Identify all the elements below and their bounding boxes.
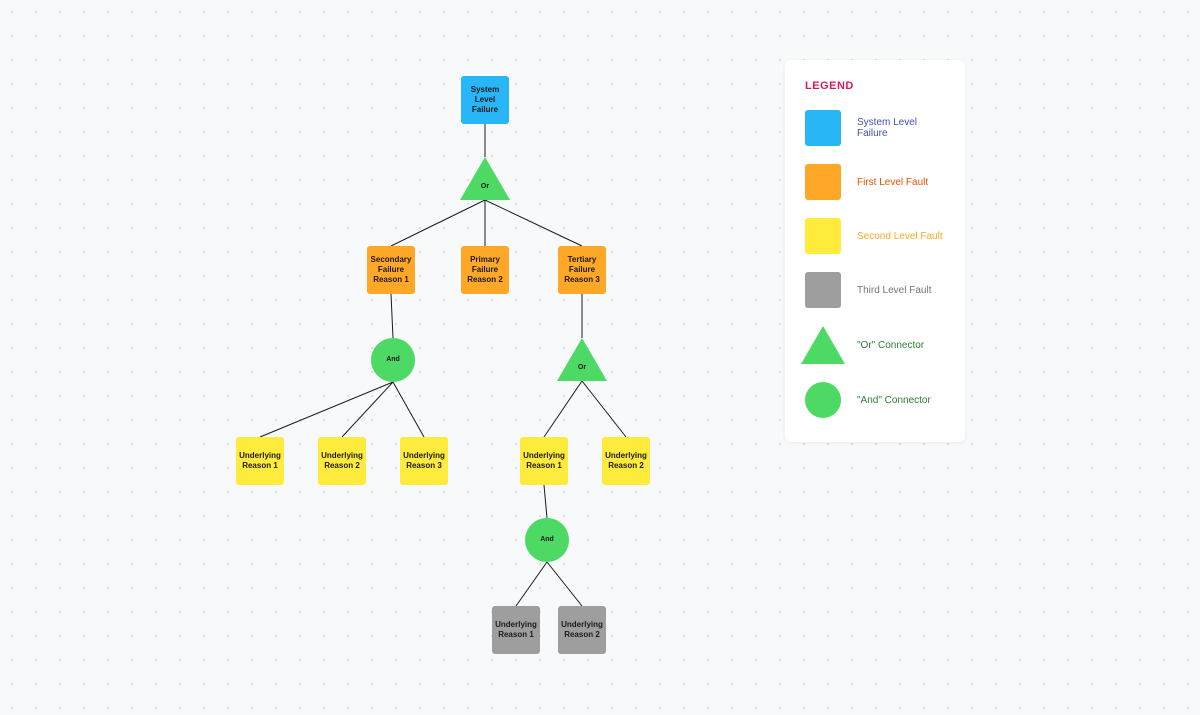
- legend-row-third-level: Third Level Fault: [805, 272, 945, 308]
- legend-row-or-connector: "Or" Connector: [805, 326, 945, 364]
- diagram-canvas[interactable]: System Level Failure Or Secondary Failur…: [0, 0, 1200, 715]
- or-connector-label: Or: [470, 183, 500, 192]
- legend-panel: LEGEND System Level Failure First Level …: [785, 60, 965, 442]
- node-underlying-reason-l2[interactable]: Underlying Reason 2: [318, 437, 366, 485]
- node-label: Underlying Reason 3: [403, 451, 445, 471]
- node-label: Underlying Reason 1: [495, 620, 537, 640]
- legend-swatch-circle: [805, 382, 841, 418]
- node-system-level-failure[interactable]: System Level Failure: [461, 76, 509, 124]
- node-underlying-reason-r2[interactable]: Underlying Reason 2: [602, 437, 650, 485]
- legend-row-second-level: Second Level Fault: [805, 218, 945, 254]
- or-connector-2[interactable]: Or: [557, 338, 607, 381]
- node-label: Underlying Reason 2: [605, 451, 647, 471]
- node-level3-reason-1[interactable]: Underlying Reason 1: [492, 606, 540, 654]
- legend-swatch-blue: [805, 110, 841, 146]
- legend-row-and-connector: "And" Connector: [805, 382, 945, 418]
- legend-swatch-orange: [805, 164, 841, 200]
- or-connector-label: Or: [567, 364, 597, 373]
- node-underlying-reason-r1[interactable]: Underlying Reason 1: [520, 437, 568, 485]
- legend-row-first-level: First Level Fault: [805, 164, 945, 200]
- node-label: Underlying Reason 1: [523, 451, 565, 471]
- node-underlying-reason-l3[interactable]: Underlying Reason 3: [400, 437, 448, 485]
- and-connector-2[interactable]: And: [525, 518, 569, 562]
- node-label: Underlying Reason 2: [561, 620, 603, 640]
- node-label: System Level Failure: [465, 85, 505, 115]
- legend-label: "Or" Connector: [857, 340, 924, 351]
- and-connector-1[interactable]: And: [371, 338, 415, 382]
- node-label: Underlying Reason 2: [321, 451, 363, 471]
- node-level3-reason-2[interactable]: Underlying Reason 2: [558, 606, 606, 654]
- or-connector-1[interactable]: Or: [460, 157, 510, 200]
- and-connector-label: And: [386, 356, 400, 365]
- legend-row-system-level: System Level Failure: [805, 110, 945, 146]
- node-label: Secondary Failure Reason 1: [371, 255, 412, 285]
- legend-swatch-triangle: [801, 326, 845, 364]
- node-tertiary-failure-reason-3[interactable]: Tertiary Failure Reason 3: [558, 246, 606, 294]
- legend-label: First Level Fault: [857, 177, 928, 188]
- and-connector-label: And: [540, 536, 554, 545]
- node-secondary-failure-reason-1[interactable]: Secondary Failure Reason 1: [367, 246, 415, 294]
- legend-swatch-grey: [805, 272, 841, 308]
- node-primary-failure-reason-2[interactable]: Primary Failure Reason 2: [461, 246, 509, 294]
- legend-label: System Level Failure: [857, 117, 945, 139]
- node-label: Underlying Reason 1: [239, 451, 281, 471]
- legend-label: Second Level Fault: [857, 231, 943, 242]
- legend-label: "And" Connector: [857, 395, 931, 406]
- node-label: Primary Failure Reason 2: [465, 255, 505, 285]
- node-label: Tertiary Failure Reason 3: [562, 255, 602, 285]
- legend-title: LEGEND: [805, 80, 945, 92]
- node-underlying-reason-l1[interactable]: Underlying Reason 1: [236, 437, 284, 485]
- legend-label: Third Level Fault: [857, 285, 931, 296]
- legend-swatch-yellow: [805, 218, 841, 254]
